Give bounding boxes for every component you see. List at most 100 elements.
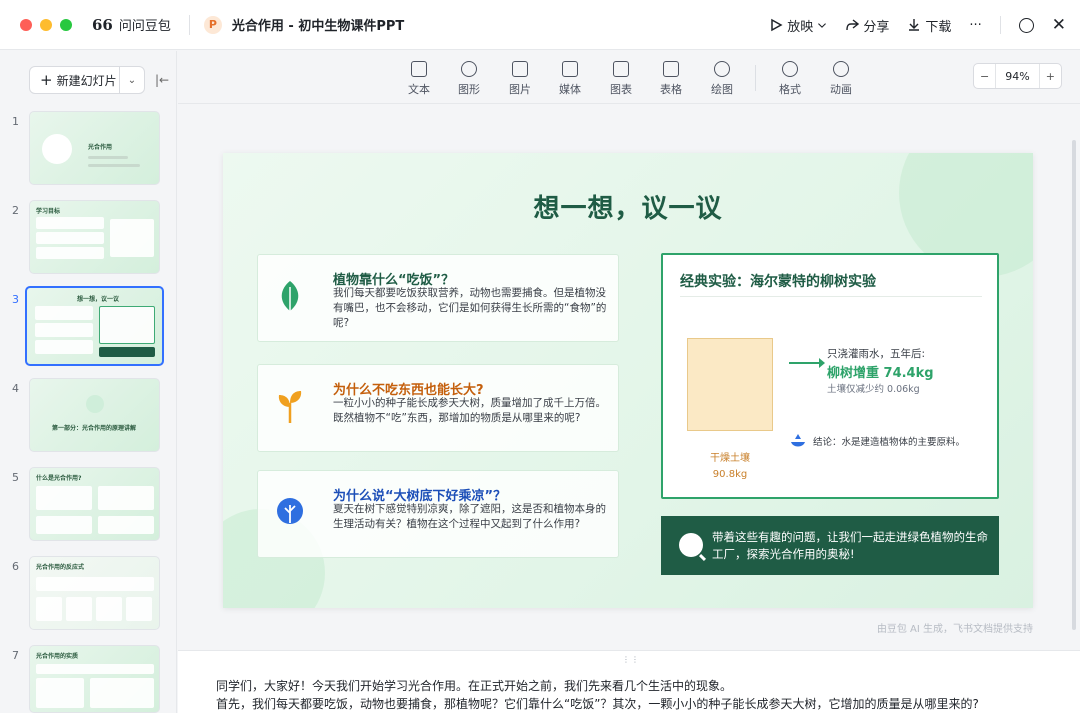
thumbnail-number: 6: [12, 560, 19, 573]
question-card[interactable]: 植物靠什么“吃饭”？ 我们每天都要吃饭获取营养，动物也需要捕食。但是植物没有嘴巴…: [257, 254, 619, 342]
close-icon[interactable]: ✕: [1052, 15, 1066, 35]
format-icon: [782, 61, 798, 77]
chart-icon: [613, 61, 629, 77]
slide-thumbnail-7[interactable]: 光合作用的实质: [29, 645, 160, 713]
thumb-card: [36, 217, 104, 229]
thumbnail-title: 光合作用的反应式: [36, 564, 85, 571]
compass-icon[interactable]: [1018, 17, 1034, 33]
ppt-file-icon: P: [203, 15, 222, 34]
soil-label: 干燥土壤: [710, 453, 750, 464]
thumb-leaf-badge: [42, 134, 72, 164]
share-button[interactable]: 分享: [845, 16, 889, 35]
grip-icon: ⋮⋮: [622, 655, 640, 664]
close-window-button[interactable]: [20, 18, 32, 31]
thumb-leaf-badge: [86, 395, 104, 413]
download-button[interactable]: 下载: [907, 16, 951, 35]
tool-table-label: 表格: [660, 83, 682, 96]
soil-weight: 90.8kg: [712, 469, 748, 480]
maximize-window-button[interactable]: [60, 18, 72, 31]
drawing-icon: [714, 61, 730, 77]
question-card[interactable]: 为什么不吃东西也能长大? 一粒小小的种子能长成参天大树，质量增加了成千上万倍。既…: [257, 364, 619, 452]
ai-watermark: 由豆包 AI 生成，飞书文档提供支持: [876, 624, 1033, 635]
banner-text: 带着这些有趣的问题，让我们一起走进绿色植物的生命工厂，探索光合作用的奥秘!: [712, 530, 988, 561]
slide-thumbnail-2[interactable]: 学习目标: [29, 200, 160, 274]
question-body: 夏天在树下感觉特别凉爽，除了遮阳，这是否和植物本身的生理活动有关？植物在这个过程…: [333, 503, 606, 530]
tool-drawing-label: 绘图: [711, 83, 733, 96]
zoom-out-button[interactable]: −: [974, 70, 995, 83]
tool-media-label: 媒体: [559, 83, 581, 96]
tool-chart[interactable]: 图表: [601, 61, 641, 97]
slide-thumbnail-1[interactable]: 光合作用: [29, 111, 160, 185]
thumbnail-number: 4: [12, 382, 19, 395]
tool-format[interactable]: 格式: [770, 61, 810, 97]
thumbnail-title: 第一部分：光合作用的原理讲解: [52, 425, 137, 432]
more-button[interactable]: ···: [969, 18, 981, 33]
tool-image-label: 图片: [509, 83, 531, 96]
arrow-right-icon: [789, 358, 825, 368]
app-name[interactable]: 66 问问豆包: [92, 15, 171, 35]
download-label: 下载: [925, 19, 952, 35]
soil-block: [687, 338, 773, 431]
thumb-card: [36, 678, 84, 708]
slide-title[interactable]: 想一想，议一议: [223, 188, 1033, 225]
share-label: 分享: [863, 19, 890, 35]
play-icon: [771, 18, 783, 32]
window-controls: [20, 18, 72, 31]
new-slide-dropdown-icon[interactable]: ⌄: [120, 75, 144, 86]
doubao-logo-icon: 66: [92, 15, 113, 34]
tool-text[interactable]: 文本: [399, 61, 439, 97]
present-label: 放映: [787, 19, 814, 35]
document-title-label: 光合作用 - 初中生物课件PPT: [231, 19, 405, 34]
new-slide-main[interactable]: + 新建幻灯片: [30, 67, 120, 93]
collapse-sidebar-icon[interactable]: |←: [155, 73, 169, 87]
speaker-notes[interactable]: 同学们，大家好！今天我们开始学习光合作用。在正式开始之前，我们先来看几个生活中的…: [178, 665, 1080, 713]
tool-drawing[interactable]: 绘图: [702, 61, 742, 97]
call-to-action-banner[interactable]: 带着这些有趣的问题，让我们一起走进绿色植物的生命工厂，探索光合作用的奥秘!: [661, 516, 999, 575]
share-icon: [846, 19, 860, 31]
shape-icon: [461, 61, 477, 77]
tool-shape[interactable]: 图形: [449, 61, 489, 97]
current-slide[interactable]: 想一想，议一议 植物靠什么“吃饭”？ 我们每天都要吃饭获取营养，动物也需要捕食。…: [223, 153, 1033, 608]
present-button[interactable]: 放映: [769, 16, 827, 35]
slide-thumbnail-5[interactable]: 什么是光合作用?: [29, 467, 160, 541]
experiment-conclusion: 结论：水是建造植物体的主要原料。: [813, 437, 966, 448]
question-body: 一粒小小的种子能长成参天大树，质量增加了成千上万倍。既然植物不“吃”东西，那增加…: [333, 397, 606, 424]
thumb-line: [88, 164, 140, 167]
thumb-card: [96, 597, 122, 621]
thumbnail-title: 什么是光合作用?: [36, 475, 82, 482]
thumb-card: [126, 597, 152, 621]
experiment-box[interactable]: 经典实验：海尔蒙特的柳树实验 干燥土壤 90.8kg 只浇灌雨水，五年后: 柳树…: [661, 253, 999, 499]
table-icon: [663, 61, 679, 77]
thumb-line: [88, 156, 128, 159]
toolbar-divider: [755, 65, 756, 91]
title-bar: 66 问问豆包 P 光合作用 - 初中生物课件PPT 放映 分享 下载 ··· …: [0, 0, 1080, 50]
question-card[interactable]: 为什么说“大树底下好乘凉”？ 夏天在树下感觉特别凉爽，除了遮阳，这是否和植物本身…: [257, 470, 619, 558]
new-slide-button[interactable]: + 新建幻灯片 ⌄: [29, 66, 145, 94]
thumb-card: [35, 306, 93, 320]
thumb-card: [66, 597, 92, 621]
question-body: 我们每天都要吃饭获取营养，动物也需要捕食。但是植物没有嘴巴，也不会移动，它们是如…: [333, 287, 607, 329]
tool-chart-label: 图表: [610, 83, 632, 96]
thumbnail-number: 1: [12, 115, 19, 128]
zoom-in-button[interactable]: +: [1040, 70, 1061, 83]
zoom-value[interactable]: 94%: [995, 64, 1040, 88]
download-icon: [909, 19, 920, 31]
slide-thumbnail-6[interactable]: 光合作用的反应式: [29, 556, 160, 630]
title-divider: [188, 14, 190, 35]
soil-caption: 干燥土壤 90.8kg: [687, 451, 773, 483]
tool-image[interactable]: 图片: [500, 61, 540, 97]
thumb-card: [36, 664, 154, 674]
zoom-control: − 94% +: [973, 63, 1062, 89]
slide-thumbnail-3[interactable]: 想一想，议一议: [25, 286, 164, 366]
thumbnail-number: 2: [12, 204, 19, 217]
tool-animation[interactable]: 动画: [821, 61, 861, 97]
notes-resize-handle[interactable]: ⋮⋮: [178, 650, 1080, 665]
tool-media[interactable]: 媒体: [550, 61, 590, 97]
title-actions-divider: [999, 16, 1001, 34]
notes-line: 首先，我们每天都要吃饭，动物也要捕食，那植物呢？它们靠什么“吃饭”？其次，一颗小…: [216, 697, 979, 711]
canvas-scrollbar[interactable]: [1072, 140, 1076, 630]
tool-table[interactable]: 表格: [651, 61, 691, 97]
plus-icon: +: [40, 71, 53, 89]
slide-thumbnail-4[interactable]: 第一部分：光合作用的原理讲解: [29, 378, 160, 452]
minimize-window-button[interactable]: [40, 18, 52, 31]
